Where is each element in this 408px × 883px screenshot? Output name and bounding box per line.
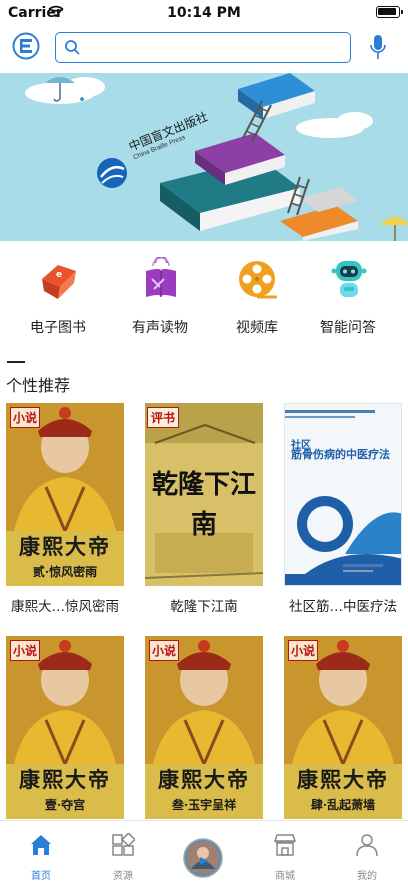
book-title: 社区筋…中医疗法 — [289, 599, 397, 615]
book-cover: 社区 筋骨伤病的中医疗法 — [284, 403, 402, 586]
svg-text:e: e — [56, 270, 62, 280]
menu-item-label: 电子图书 — [30, 320, 86, 336]
book-cover-title: 康熙大帝 — [158, 767, 250, 792]
book-cover-subtitle: 壹·夺宫 — [44, 798, 86, 812]
shop-icon — [273, 833, 297, 857]
book-cover-title: 康熙大帝 — [297, 767, 389, 792]
film-reel-icon — [237, 257, 279, 303]
book-cover: 小说 康熙大帝 贰·惊风密雨 — [6, 403, 124, 586]
tab-resources[interactable]: 资源 — [82, 821, 164, 883]
book-cover-title: 康熙大帝 — [19, 534, 111, 559]
book-cover-subtitle: 叁·玉宇呈祥 — [171, 798, 237, 812]
tab-label: 商城 — [275, 871, 295, 882]
status-bar: Carrier 10:14 PM — [0, 0, 408, 28]
menu-item-label: 有声读物 — [132, 320, 188, 336]
book-title: 康熙大…惊风密雨 — [11, 599, 119, 615]
robot-icon — [328, 257, 370, 303]
ebook-icon: e — [38, 257, 80, 303]
battery-icon — [376, 6, 403, 18]
book-cover-title: 康熙大帝 — [19, 767, 111, 792]
book-badge: 小说 — [10, 407, 41, 428]
microphone-icon[interactable] — [368, 33, 388, 63]
book-cover-title: 筋骨伤病的中医疗法 — [291, 448, 390, 461]
tab-label: 我的 — [357, 871, 377, 882]
person-icon — [355, 833, 379, 857]
book-badge: 小说 — [149, 640, 180, 661]
book-cover-title: 乾隆下江南 — [151, 470, 256, 540]
menu-item-label: 智能问答 — [320, 320, 376, 336]
search-input[interactable] — [86, 35, 344, 59]
tab-mine[interactable]: 我的 — [326, 821, 408, 883]
book-cover-subtitle: 肆·乱起萧墙 — [310, 798, 376, 812]
status-time: 10:14 PM — [167, 5, 241, 21]
player-avatar-icon[interactable] — [183, 835, 223, 881]
book-cover: 小说 康熙大帝 肆·乱起萧墙 — [284, 636, 402, 819]
menu-item-qa[interactable]: 智能问答 — [298, 252, 398, 342]
grid-icon — [111, 832, 136, 857]
home-icon — [29, 833, 53, 857]
quick-menu: e 电子图书 有声读物 视频库 智能问答 — [0, 252, 408, 342]
library-logo-icon[interactable] — [12, 32, 40, 60]
book-badge: 评书 — [147, 407, 180, 428]
book-cover: 评书 乾隆下江南 — [145, 403, 263, 586]
section-divider — [7, 361, 25, 363]
book-title: 乾隆下江南 — [170, 599, 238, 615]
book-badge: 小说 — [10, 640, 41, 661]
promo-banner[interactable]: 中国盲文出版社 China Braille Press — [0, 73, 408, 241]
book-cover: 小说 康熙大帝 叁·玉宇呈祥 — [145, 636, 263, 819]
book-cover-subtitle: 贰·惊风密雨 — [32, 565, 98, 579]
menu-item-video[interactable]: 视频库 — [207, 252, 307, 342]
tab-label: 首页 — [31, 871, 51, 882]
book-cover: 小说 康熙大帝 壹·夺宫 — [6, 636, 124, 819]
menu-item-ebooks[interactable]: e 电子图书 — [8, 252, 108, 342]
menu-item-audiobooks[interactable]: 有声读物 — [110, 252, 210, 342]
search-icon — [64, 39, 80, 59]
book-badge: 小说 — [288, 640, 319, 661]
menu-item-label: 视频库 — [236, 320, 278, 336]
tab-label: 资源 — [113, 871, 133, 882]
search-box[interactable] — [55, 32, 351, 63]
audiobook-icon — [140, 256, 182, 303]
tab-home[interactable]: 首页 — [0, 821, 82, 883]
section-title: 个性推荐 — [6, 376, 71, 395]
tab-shop[interactable]: 商城 — [244, 821, 326, 883]
